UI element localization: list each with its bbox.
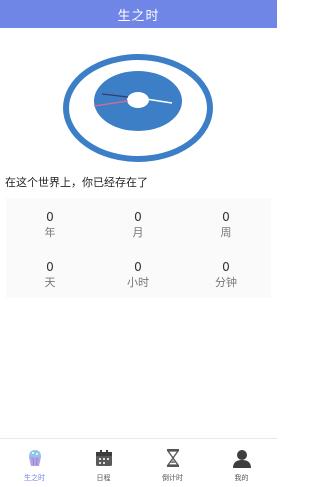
stat-years: 0 年 [6, 198, 94, 242]
stat-value: 0 [46, 210, 54, 224]
clock-graphic [60, 52, 216, 164]
stat-months: 0 月 [94, 198, 182, 242]
tab-mine[interactable]: 我的 [207, 439, 276, 487]
calendar-icon [91, 445, 117, 471]
clock-center-hole [127, 92, 149, 108]
stat-weeks: 0 周 [182, 198, 270, 242]
stat-days: 0 天 [6, 248, 94, 292]
stat-unit: 年 [44, 226, 56, 239]
time-stats-grid: 0 年 0 月 0 周 0 天 0 小时 0 分钟 [6, 198, 271, 298]
stat-minutes: 0 分钟 [182, 248, 270, 292]
stat-unit: 分钟 [215, 276, 237, 289]
stat-unit: 小时 [127, 276, 149, 289]
stat-unit: 月 [132, 226, 144, 239]
cupcake-icon [22, 445, 48, 471]
stat-value: 0 [222, 210, 230, 224]
stat-hours: 0 小时 [94, 248, 182, 292]
user-icon [229, 445, 255, 471]
page-title: 生之时 [117, 8, 160, 24]
top-header: 生之时 [0, 0, 277, 28]
tab-label: 日程 [96, 474, 111, 482]
bottom-tab-bar: 生之时 日程 倒计时 我的 [0, 438, 277, 487]
tab-schedule[interactable]: 日程 [69, 439, 138, 487]
hourglass-icon [160, 445, 186, 471]
tab-countdown[interactable]: 倒计时 [138, 439, 207, 487]
stat-value: 0 [222, 260, 230, 274]
stat-value: 0 [134, 260, 142, 274]
tab-birth-time[interactable]: 生之时 [0, 439, 69, 487]
stat-value: 0 [134, 210, 142, 224]
existence-headline: 在这个世界上，你已经存在了 [5, 176, 148, 189]
stat-unit: 天 [44, 276, 56, 289]
stat-value: 0 [46, 260, 54, 274]
tab-label: 生之时 [24, 474, 45, 482]
stat-unit: 周 [220, 226, 232, 239]
clock-svg [63, 54, 213, 162]
tab-label: 倒计时 [162, 474, 183, 482]
tab-label: 我的 [234, 474, 249, 482]
